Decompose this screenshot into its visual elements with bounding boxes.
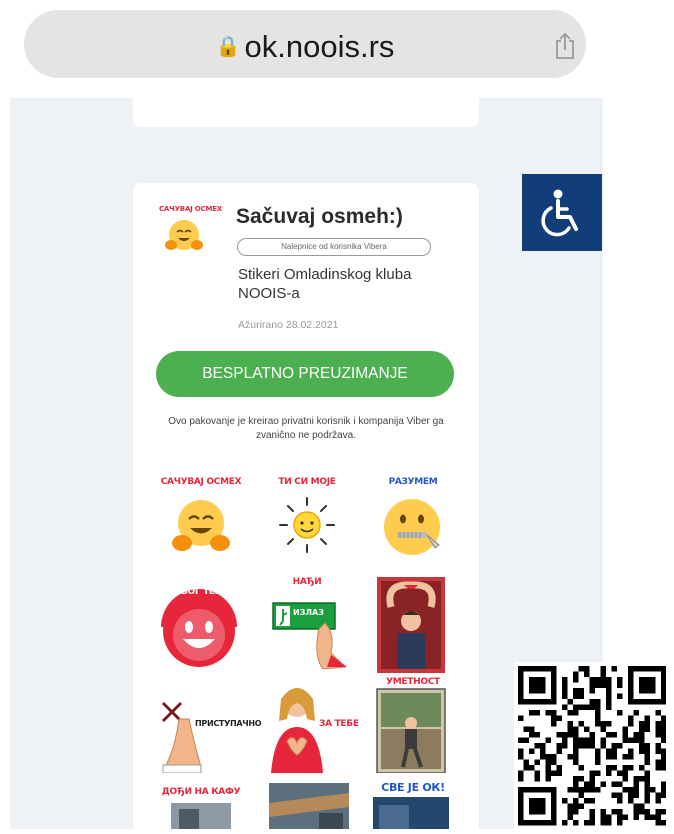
sticker-caption: ТИ СИ МОЈЕ xyxy=(278,477,336,487)
heart-hands-photo-icon xyxy=(377,577,445,673)
sun-icon xyxy=(279,497,335,553)
url-text: ok.noois.rs xyxy=(244,29,395,64)
sticker-2[interactable]: ТИ СИ МОЈЕ xyxy=(257,475,357,575)
sticker-caption: ЗА ТЕБЕ xyxy=(319,719,359,729)
sticker-5[interactable]: НАЂИ ИЗЛАЗ xyxy=(257,575,357,675)
sticker-12[interactable]: СВЕ ЈЕ ОК! xyxy=(363,775,463,829)
hand-gesture-icon xyxy=(161,701,202,773)
lock-icon: 🔒 xyxy=(215,36,241,58)
zipper-mouth-face-icon xyxy=(384,499,440,555)
sticker-pack-card: САЧУВАЈ ОСМЕХ Sačuvaj osmeh:) Nalepnice … xyxy=(133,183,479,829)
accessibility-button[interactable] xyxy=(522,174,602,251)
sticker-10[interactable]: ДОЂИ НА КАФУ xyxy=(151,775,251,829)
share-icon[interactable] xyxy=(554,32,576,65)
sticker-caption: ДОЂИ НА КАФУ xyxy=(161,787,241,797)
exit-sign-icon xyxy=(272,602,347,670)
sticker-caption: СВЕ ЈЕ ОК! xyxy=(381,781,445,794)
sticker-caption: ЗБОГ ТЕБЕ xyxy=(174,587,228,597)
pack-icon: САЧУВАЈ ОСМЕХ xyxy=(159,205,223,258)
download-button[interactable]: BESPLATNO PREUZIMANJE xyxy=(156,351,454,397)
sticker-8[interactable]: ЗА ТЕБЕ xyxy=(257,675,359,775)
sticker-caption: ПРИСТУПАЧНО xyxy=(195,719,262,728)
url-display[interactable]: 🔒 ok.noois.rs xyxy=(24,29,586,65)
exit-sign-text: ИЗЛАЗ xyxy=(293,608,324,617)
sticker-6[interactable] xyxy=(363,575,463,675)
sticker-3[interactable]: РАЗУМЕМ xyxy=(363,475,463,575)
sticker-caption: САЧУВАЈ ОСМЕХ xyxy=(160,477,242,487)
pack-icon-caption: САЧУВАЈ ОСМЕХ xyxy=(159,205,223,213)
pack-title: Sačuvaj osmeh:) xyxy=(236,205,403,228)
sticker-caption: РАЗУМЕМ xyxy=(388,477,438,487)
sticker-caption: УМЕТНОСТ xyxy=(386,677,440,687)
sticker-11[interactable] xyxy=(257,775,357,829)
address-bar[interactable]: 🔒 ok.noois.rs xyxy=(24,10,586,78)
qr-code-icon xyxy=(518,666,667,826)
sticker-1[interactable]: САЧУВАЈ ОСМЕХ xyxy=(151,475,251,575)
wheelchair-icon xyxy=(541,189,578,237)
sticker-9[interactable]: УМЕТНОСТ xyxy=(363,675,463,775)
qr-code xyxy=(514,662,667,829)
hugging-face-icon xyxy=(172,500,230,551)
sticker-4[interactable]: ЗБОГ ТЕБЕ xyxy=(151,575,251,675)
room-photo-icon xyxy=(269,783,349,829)
sticker-caption: НАЂИ xyxy=(292,577,322,587)
sticker-7[interactable]: ПРИСТУПАЧНО xyxy=(151,675,262,775)
coffee-photo-icon xyxy=(171,803,231,829)
hugging-face-icon xyxy=(165,220,203,250)
pack-tag[interactable]: Nalepnice od korisnika Vibera xyxy=(237,238,431,256)
pack-description: Stikeri Omladinskog kluba NOOIS-a xyxy=(238,266,412,302)
previous-card xyxy=(133,98,479,127)
disclaimer-text: Ovo pakovanje je kreirao privatni korisn… xyxy=(168,416,444,441)
pack-updated-date: Ažurirano 28.02.2021 xyxy=(238,319,339,331)
art-photo-icon xyxy=(376,688,446,773)
